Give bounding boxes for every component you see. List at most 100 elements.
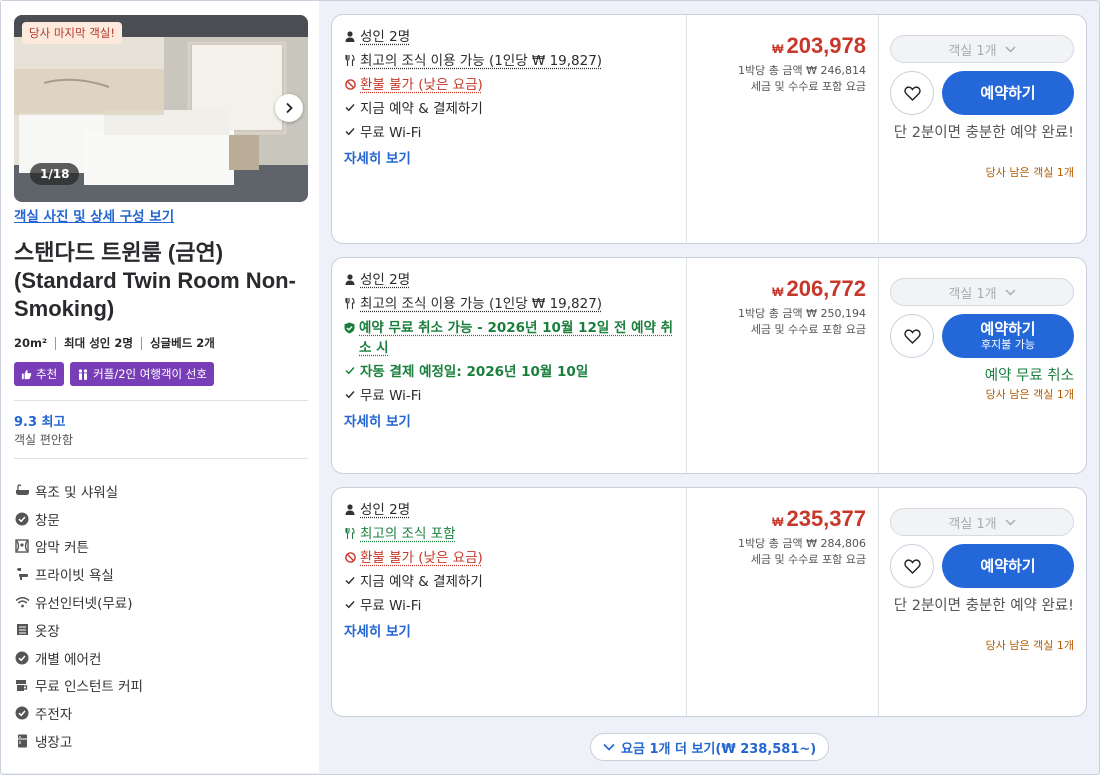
book-button[interactable]: 예약하기 — [942, 544, 1074, 588]
details-link[interactable]: 자세히 보기 — [344, 410, 674, 430]
amenity-item: 옷장 — [14, 616, 143, 644]
breakfast-label[interactable]: 최고의 조식 이용 가능 (1인당 ₩ 19,827) — [360, 51, 602, 71]
room-photos-link[interactable]: 객실 사진 및 상세 구성 보기 — [14, 205, 174, 225]
wifi-label: 무료 Wi-Fi — [360, 125, 422, 141]
chevron-down-icon — [1005, 45, 1016, 53]
price-column: ₩203,978 1박당 총 금액 ₩ 246,814 세금 및 수수료 포함 … — [686, 15, 878, 243]
action-column: 객실 1개 예약하기 후지불 가능 예약 무료 취소 당사 남은 객실 1개 — [878, 258, 1086, 473]
thumbs-up-icon — [21, 369, 32, 379]
offer-features: 성인 2명 최고의 조식 이용 가능 (1인당 ₩ 19,827) 예약 무료 … — [344, 270, 674, 430]
amenity-item: 무료 인스턴트 커피 — [14, 672, 143, 700]
offer-card: 성인 2명 최고의 조식 이용 가능 (1인당 ₩ 19,827) 예약 무료 … — [331, 257, 1087, 474]
room-tags: 추천 커플/2인 여행객이 선호 — [14, 362, 214, 386]
details-link[interactable]: 자세히 보기 — [344, 147, 674, 167]
offer-features: 성인 2명 최고의 조식 이용 가능 (1인당 ₩ 19,827) 환불 불가 … — [344, 27, 674, 167]
amenity-item: 유선인터넷(무료) — [14, 588, 143, 616]
book-button[interactable]: 예약하기 후지불 가능 — [942, 314, 1074, 358]
bed-type: 싱글베드 2개 — [149, 336, 215, 350]
utensils-icon — [344, 51, 356, 66]
booking-note: 단 2분이면 충분한 예약 완료! — [893, 125, 1074, 141]
wifi-label: 무료 Wi-Fi — [360, 598, 422, 614]
favorite-button[interactable] — [890, 71, 934, 115]
room-photo[interactable]: 당사 마지막 객실! 1/18 — [14, 15, 308, 202]
price-column: ₩206,772 1박당 총 금액 ₩ 250,194 세금 및 수수료 포함 … — [686, 258, 878, 473]
tax-note: 세금 및 수수료 포함 요금 — [750, 80, 866, 93]
rooms-select[interactable]: 객실 1개 — [890, 508, 1074, 536]
guests-label[interactable]: 성인 2명 — [360, 27, 410, 47]
payment-info: 자동 결제 예정일: 2026년 10월 10일 — [360, 364, 589, 380]
check-circle-icon — [14, 650, 30, 666]
breakfast-label[interactable]: 최고의 조식 포함 — [360, 524, 456, 544]
amenity-item: 암막 커튼 — [14, 533, 143, 561]
favorite-button[interactable] — [890, 314, 934, 358]
next-photo-button[interactable] — [275, 94, 303, 122]
check-icon — [344, 386, 356, 399]
chevron-down-icon — [603, 743, 615, 751]
details-link[interactable]: 자세히 보기 — [344, 620, 674, 640]
divider — [14, 400, 308, 401]
check-circle-icon — [14, 511, 30, 527]
wifi-label: 무료 Wi-Fi — [360, 388, 422, 404]
amenity-item: 주전자 — [14, 699, 143, 727]
amenities-list: 욕조 및 샤워실 창문 암막 커튼 프라이빗 욕실 유선인터넷(무료) 옷장 개… — [14, 477, 143, 755]
amenity-item: 프라이빗 욕실 — [14, 560, 143, 588]
offer-card: 성인 2명 최고의 조식 이용 가능 (1인당 ₩ 19,827) 환불 불가 … — [331, 14, 1087, 244]
refund-policy[interactable]: 예약 무료 취소 가능 - 2026년 10월 12일 전 예약 취소 시 — [359, 318, 674, 358]
refund-policy[interactable]: 환불 불가 (낮은 요금) — [360, 75, 483, 95]
refund-policy[interactable]: 환불 불가 (낮은 요금) — [360, 548, 483, 568]
divider — [55, 336, 57, 350]
check-icon — [344, 123, 356, 136]
price: ₩206,772 — [772, 276, 866, 301]
last-room-badge: 당사 마지막 객실! — [22, 22, 122, 44]
price: ₩203,978 — [772, 33, 866, 58]
guests-label[interactable]: 성인 2명 — [360, 270, 410, 290]
chevron-down-icon — [1005, 518, 1016, 526]
total-price: 1박당 총 금액 ₩ 284,806 — [738, 537, 866, 550]
check-icon — [344, 99, 356, 112]
breakfast-label[interactable]: 최고의 조식 이용 가능 (1인당 ₩ 19,827) — [360, 294, 602, 314]
wifi-icon — [14, 594, 30, 610]
offer-card: 성인 2명 최고의 조식 포함 환불 불가 (낮은 요금) 지금 예약 & 결제… — [331, 487, 1087, 717]
action-column: 객실 1개 예약하기 단 2분이면 충분한 예약 완료! 당사 남은 객실 1개 — [878, 15, 1086, 243]
total-price: 1박당 총 금액 ₩ 250,194 — [738, 307, 866, 320]
bathtub-icon — [14, 483, 30, 499]
couple-icon — [79, 368, 88, 380]
divider — [140, 336, 142, 350]
rooms-left: 당사 남은 객실 1개 — [985, 166, 1074, 179]
book-button[interactable]: 예약하기 — [942, 71, 1074, 115]
check-icon — [344, 572, 356, 585]
room-title: 스탠다드 트윈룸 (금연) (Standard Twin Room Non-Sm… — [14, 240, 296, 321]
recommended-tag: 추천 — [14, 362, 65, 386]
person-icon — [344, 27, 356, 42]
total-price: 1박당 총 금액 ₩ 246,814 — [738, 64, 866, 77]
fridge-icon — [14, 733, 30, 749]
heart-icon — [903, 85, 921, 101]
check-icon — [344, 362, 356, 375]
no-refund-icon — [344, 75, 356, 90]
offer-features: 성인 2명 최고의 조식 포함 환불 불가 (낮은 요금) 지금 예약 & 결제… — [344, 500, 674, 640]
more-rates-button[interactable]: 요금 1개 더 보기(₩ 238,581~) — [590, 733, 830, 761]
shower-icon — [14, 566, 30, 582]
photo-counter: 1/18 — [30, 163, 80, 185]
person-icon — [344, 500, 356, 515]
amenity-item: 욕조 및 샤워실 — [14, 477, 143, 505]
amenity-item: 개별 에어컨 — [14, 644, 143, 672]
price: ₩235,377 — [772, 506, 866, 531]
shield-check-icon — [344, 318, 355, 334]
tax-note: 세금 및 수수료 포함 요금 — [750, 323, 866, 336]
check-icon — [344, 596, 356, 609]
rooms-left: 당사 남은 객실 1개 — [985, 639, 1074, 652]
max-guests: 최대 성인 2명 — [64, 336, 133, 350]
couple-tag: 커플/2인 여행객이 선호 — [70, 362, 214, 386]
action-column: 객실 1개 예약하기 단 2분이면 충분한 예약 완료! 당사 남은 객실 1개 — [878, 488, 1086, 716]
utensils-icon — [344, 524, 356, 539]
check-circle-icon — [14, 705, 30, 721]
rooms-select[interactable]: 객실 1개 — [890, 278, 1074, 306]
rooms-select[interactable]: 객실 1개 — [890, 35, 1074, 63]
price-column: ₩235,377 1박당 총 금액 ₩ 284,806 세금 및 수수료 포함 … — [686, 488, 878, 716]
pay-later-label: 후지불 가능 — [980, 338, 1036, 351]
chevron-right-icon — [286, 102, 293, 114]
favorite-button[interactable] — [890, 544, 934, 588]
room-size: 20m² — [14, 336, 48, 350]
guests-label[interactable]: 성인 2명 — [360, 500, 410, 520]
